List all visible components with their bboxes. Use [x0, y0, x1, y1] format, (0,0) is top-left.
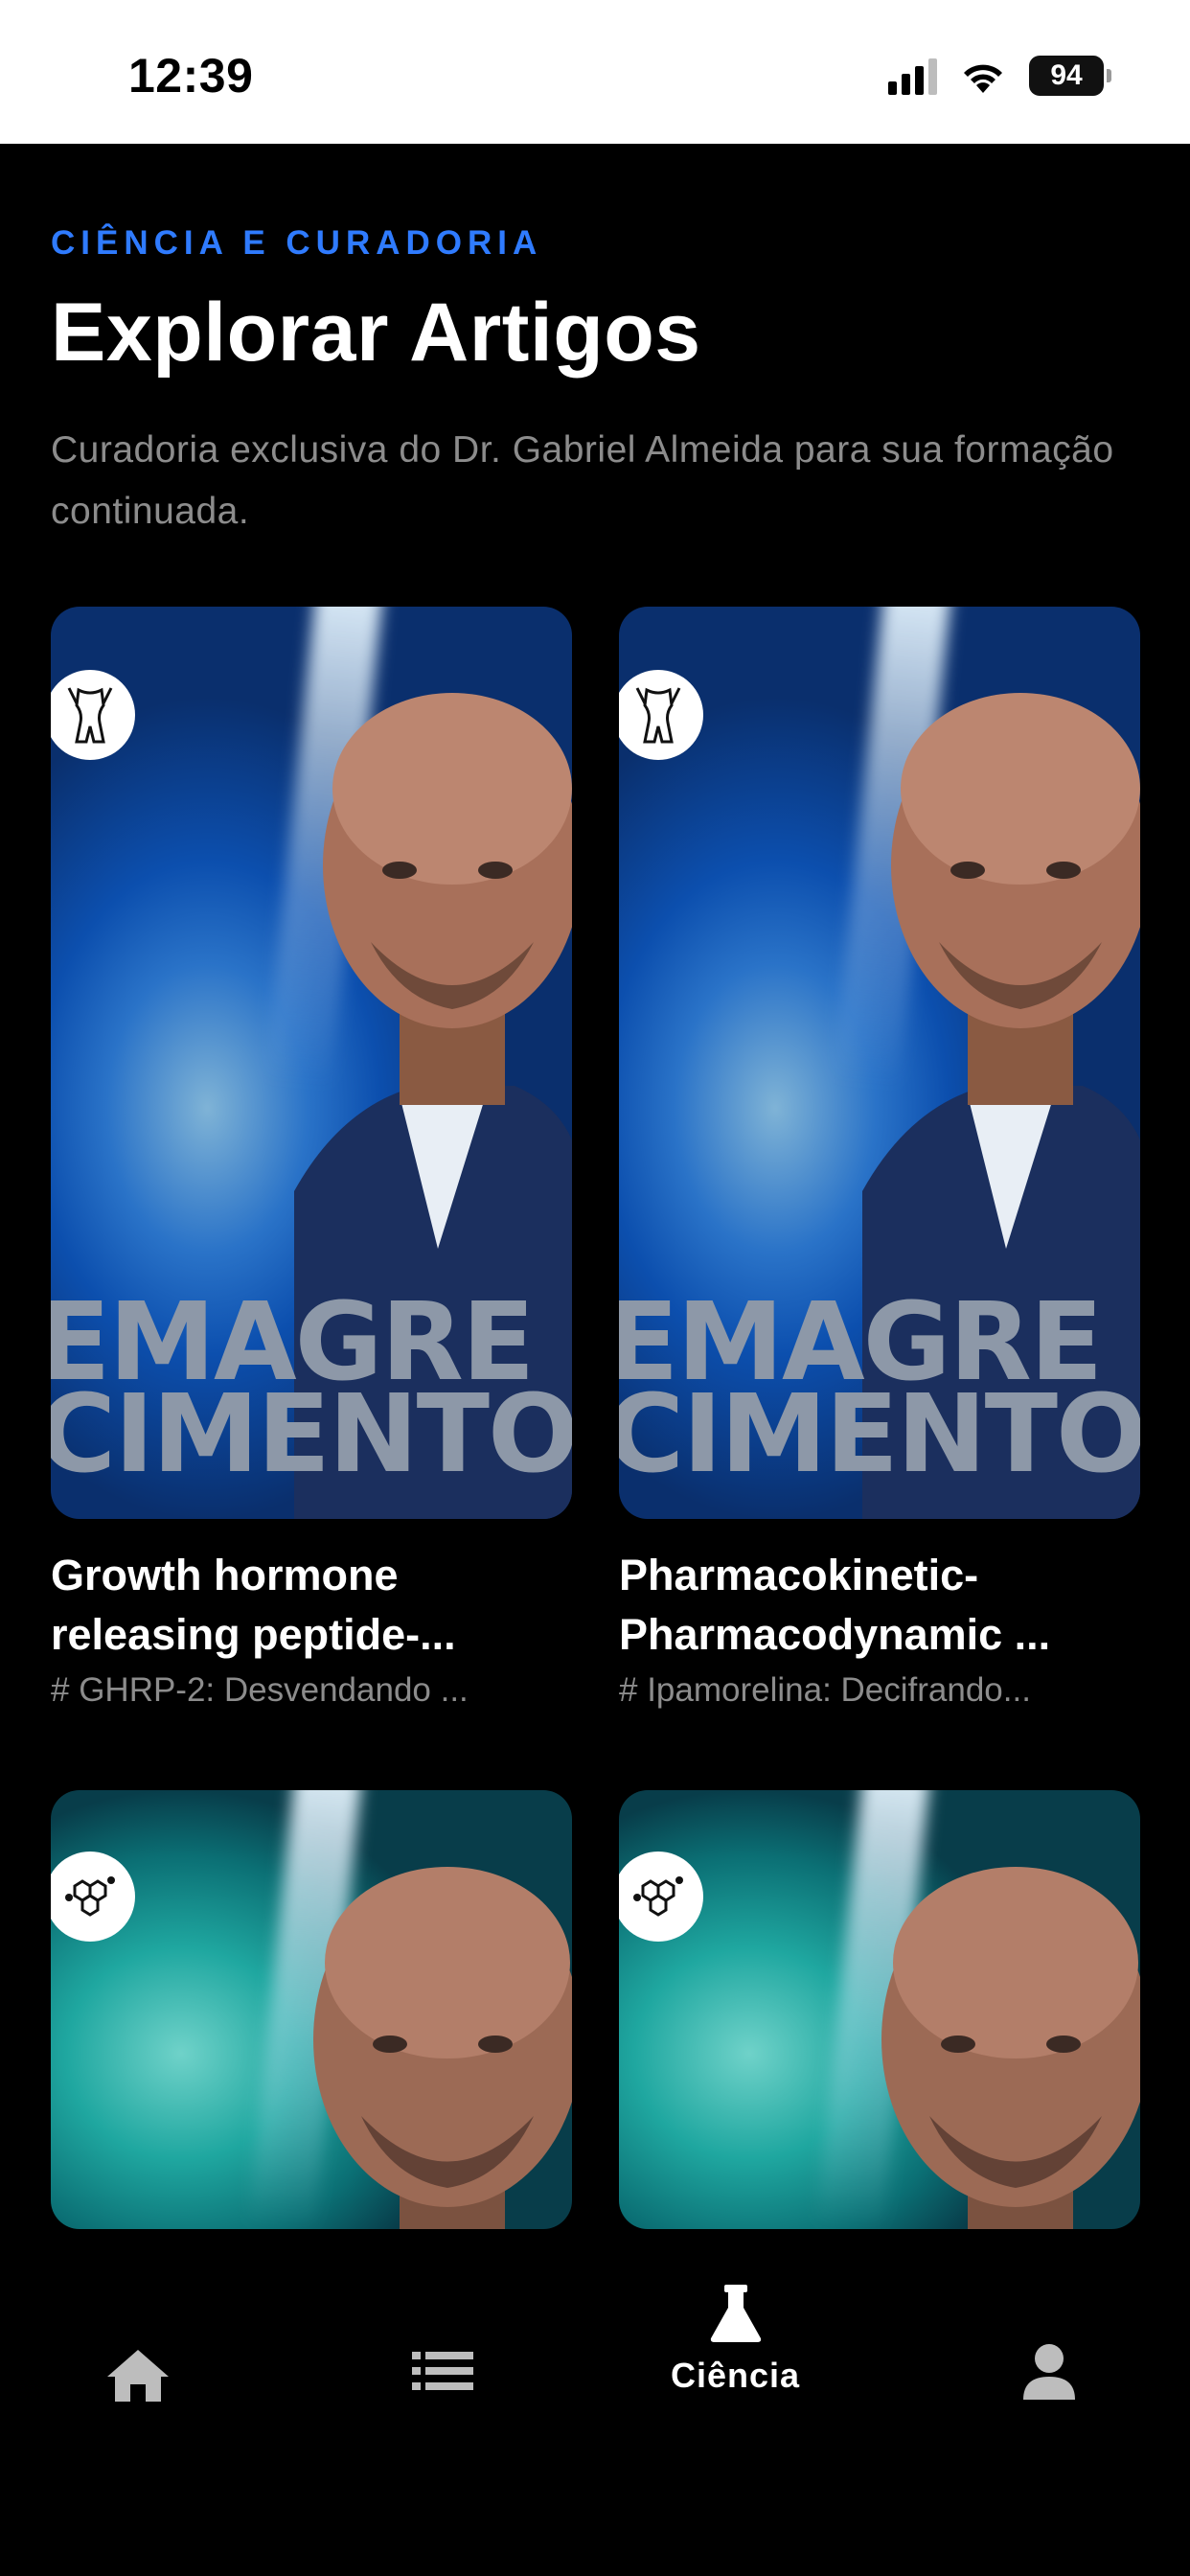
- page-title: Explorar Artigos: [51, 287, 701, 379]
- body-silhouette-icon: [51, 670, 135, 760]
- tab-label-ciencia: Ciência: [671, 2356, 801, 2395]
- page-subtitle: Curadoria exclusiva do Dr. Gabriel Almei…: [51, 429, 1114, 532]
- article-cover-image[interactable]: EMAGRE CIMENTO: [51, 607, 572, 1519]
- flask-icon: [710, 2285, 761, 2342]
- article-card[interactable]: [619, 1790, 1140, 2229]
- user-icon: [1023, 2344, 1075, 2400]
- body-silhouette-icon: [619, 670, 703, 760]
- cover-headline: EMAGRE CIMENTO: [51, 1280, 572, 1497]
- article-cover-image[interactable]: [51, 1790, 572, 2229]
- section-eyebrow: CIÊNCIA E CURADORIA: [51, 224, 543, 262]
- list-icon: [412, 2352, 473, 2390]
- status-bar: 12:39 94: [0, 0, 1190, 144]
- doctor-portrait: [881, 1867, 1140, 2229]
- molecule-icon: [51, 1852, 135, 1942]
- article-cover-image[interactable]: EMAGRE CIMENTO: [619, 607, 1140, 1519]
- battery-icon: 94: [1029, 56, 1111, 96]
- home-icon: [107, 2350, 169, 2402]
- status-time: 12:39: [128, 49, 254, 103]
- wifi-icon: [958, 57, 1008, 95]
- tab-ciencia[interactable]: Ciência: [671, 2285, 800, 2396]
- article-card[interactable]: EMAGRE CIMENTO Pharmacokinetic- Pharmaco…: [619, 607, 1140, 1713]
- molecule-icon: [619, 1852, 703, 1942]
- tab-home[interactable]: [105, 2346, 171, 2404]
- status-icons: 94: [888, 56, 1111, 96]
- article-title[interactable]: Growth hormone releasing peptide-...: [51, 1546, 572, 1665]
- article-cover-image[interactable]: [619, 1790, 1140, 2229]
- tab-profile[interactable]: [1023, 2344, 1075, 2400]
- article-excerpt: # Ipamorelina: Decifrando...: [619, 1671, 1031, 1709]
- article-card[interactable]: [51, 1790, 572, 2229]
- article-card[interactable]: EMAGRE CIMENTO Growth hormone releasing …: [51, 607, 572, 1713]
- article-excerpt: # GHRP-2: Desvendando ...: [51, 1671, 469, 1709]
- article-title[interactable]: Pharmacokinetic- Pharmacodynamic ...: [619, 1546, 1140, 1665]
- tab-list[interactable]: [412, 2352, 473, 2390]
- doctor-portrait: [313, 1867, 572, 2229]
- cover-headline: EMAGRE CIMENTO: [619, 1280, 1140, 1497]
- cellular-signal-icon: [888, 57, 937, 95]
- bottom-tab-bar: Ciência: [0, 2229, 1190, 2576]
- battery-level: 94: [1029, 56, 1104, 96]
